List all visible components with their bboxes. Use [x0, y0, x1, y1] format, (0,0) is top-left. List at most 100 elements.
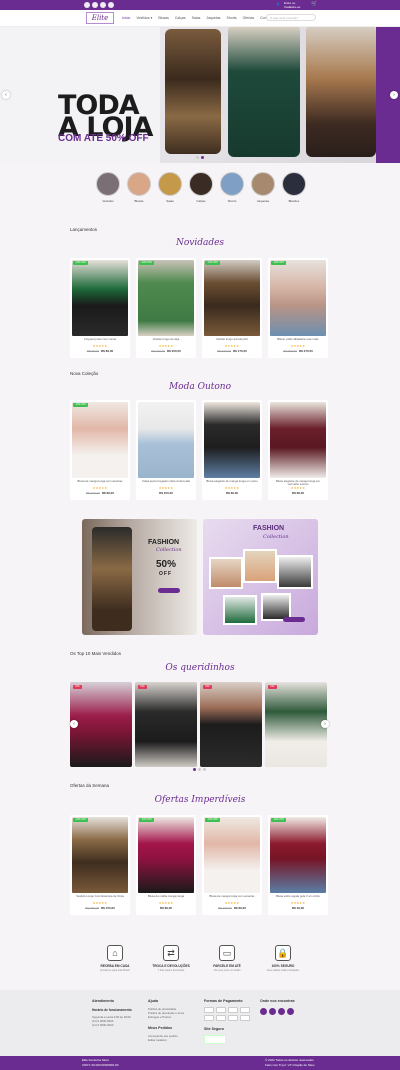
youtube-icon[interactable]	[100, 2, 106, 8]
nav-item[interactable]: Calças	[175, 16, 186, 20]
user-icon[interactable]: 👤	[276, 2, 280, 6]
promo-banner-sale[interactable]: FASHION Collection 50% OFF	[82, 519, 197, 635]
feature-returns: ⇄ TROCA E DEVOLUÇÕES 7 dias para a devoluç…	[148, 945, 194, 972]
bestseller-card[interactable]: OFF	[70, 682, 132, 767]
product-card[interactable]: Calça jeans boyjeans clara cintura alta …	[136, 400, 196, 500]
product-card[interactable]: -10% OFF Cropped preto com corset ★★★★★ …	[70, 258, 130, 358]
footer-heading: Atendimento	[92, 999, 114, 1003]
section-title-launches: Lançamentos	[70, 227, 98, 232]
amex-icon	[228, 1007, 238, 1013]
instagram-icon[interactable]	[269, 1008, 276, 1015]
product-name[interactable]: Cropped preto com corset	[72, 337, 128, 341]
category-item[interactable]: Shorts	[220, 172, 244, 203]
product-name[interactable]: Blusa de malha manga longa	[138, 894, 194, 898]
instagram-icon[interactable]	[92, 2, 98, 8]
whatsapp-icon[interactable]	[108, 2, 114, 8]
cart-icon[interactable]: 🛒	[311, 2, 317, 7]
banner-button[interactable]	[158, 588, 180, 593]
product-name[interactable]: Blusa elegante de manga longa em preto	[204, 479, 260, 483]
nav-item[interactable]: Blusas	[158, 16, 169, 20]
feature-shipping: ⌂ RECEBA EM CASA Enviamos para todo Brasil	[92, 945, 138, 972]
product-price: R$ 89,00	[291, 491, 305, 495]
feature-installments: ▭ PARCELE EM ATÉ 10x sem juros no cartão	[204, 945, 250, 972]
category-item[interactable]: Blusões	[282, 172, 306, 203]
category-item[interactable]: Vestidos	[96, 172, 120, 203]
whatsapp-icon[interactable]	[287, 1008, 294, 1015]
product-name[interactable]: Vestido Longo Com Estampa de Onça	[72, 894, 128, 898]
nav-item[interactable]: Shorts	[227, 16, 237, 20]
product-card[interactable]: -10% OFF Blazer estilo alfaiataria rosé …	[268, 258, 328, 358]
footer: Atendimento Horário de funcionamento Seg…	[0, 990, 400, 1056]
product-name[interactable]: Vestido longo animal print	[204, 337, 260, 341]
product-name[interactable]: Blusa de manga longa com amarras	[72, 479, 128, 483]
bestseller-prev-button[interactable]: ‹	[70, 720, 78, 728]
youtube-icon[interactable]	[278, 1008, 285, 1015]
nav-item[interactable]: Jaquetas	[206, 16, 220, 20]
category-list: Vestidos Blusas Saias Calças Shorts Jaqu…	[96, 172, 306, 203]
bestseller-pagination[interactable]	[193, 768, 206, 771]
hero-banner[interactable]: TODA A LOJA COM ATÉ 50% OFF ‹ ›	[0, 27, 400, 163]
footer-link[interactable]: Entregas e Prazos	[148, 1015, 171, 1019]
product-rating: ★★★★★	[158, 901, 174, 905]
product-rating: ★★★★★	[224, 344, 240, 348]
product-rating: ★★★★★	[224, 486, 240, 490]
banner-button[interactable]	[283, 617, 305, 622]
nav-item[interactable]: Início	[122, 16, 130, 20]
product-card[interactable]: Blusa elegante de manga longa em preto ★…	[202, 400, 262, 500]
credits-link[interactable]: Feito com ♥ por: VX Criação de Sites	[265, 1063, 314, 1067]
banner-discount: 50%	[156, 559, 177, 570]
category-item[interactable]: Saias	[158, 172, 182, 203]
nav-item[interactable]: Ofertas	[243, 16, 254, 20]
product-card[interactable]: -10% OFF Vestido Longo Com Estampa de On…	[70, 815, 130, 915]
product-name[interactable]: Calça jeans boyjeans clara cintura alta	[138, 479, 194, 483]
category-item[interactable]: Blusas	[127, 172, 151, 203]
register-link[interactable]: Cadastre-se	[284, 5, 300, 9]
nav-item[interactable]: Vestidos ▾	[136, 16, 152, 20]
discount-badge: -10% OFF	[205, 261, 221, 265]
footer-phone[interactable]: (11) 9 0000-0000	[92, 1023, 113, 1027]
category-item[interactable]: Calças	[189, 172, 213, 203]
main-nav: Início Vestidos ▾ Blusas Calças Saias Ja…	[122, 16, 272, 20]
search-input[interactable]: O que você procura?	[266, 14, 316, 21]
visa-icon	[204, 1007, 214, 1013]
product-name[interactable]: Blusa de manga longa com amarras	[204, 894, 260, 898]
product-rating: ★★★★★	[92, 344, 108, 348]
logo[interactable]: Elite	[86, 12, 114, 24]
discount-badge: -10% OFF	[271, 818, 287, 822]
product-price: R$ 49,00	[291, 906, 305, 910]
footer-subheading: Horário de funcionamento	[92, 1008, 132, 1012]
footer-heading: Onde nos encontrar:	[260, 999, 296, 1003]
product-card[interactable]: -10% OFF Vestido longo de alça ★★★★★ R$ …	[136, 258, 196, 358]
pix-icon	[240, 1015, 250, 1021]
product-card[interactable]: -10% OFF Vestido longo animal print ★★★★…	[202, 258, 262, 358]
footer-link[interactable]: Editar cadastro	[148, 1038, 167, 1042]
bestseller-next-button[interactable]: ›	[321, 720, 329, 728]
diners-icon	[216, 1015, 226, 1021]
discount-badge: -10% OFF	[73, 403, 89, 407]
hero-prev-button[interactable]: ‹	[2, 91, 10, 99]
product-card[interactable]: -10% OFF Blusa de manga longa com amarra…	[70, 400, 130, 500]
product-card[interactable]: Blusa elegante de manga longa em vermelh…	[268, 400, 328, 500]
footer-heading: Ajuda	[148, 999, 158, 1003]
bestseller-card[interactable]: OFF	[265, 682, 327, 767]
section-script-top10: Os queridinhos	[165, 663, 235, 673]
hero-next-button[interactable]: ›	[390, 91, 398, 99]
product-name[interactable]: Vestido longo de alça	[138, 337, 194, 341]
product-name[interactable]: Blusa estilo regata gola V em vinho	[270, 894, 326, 898]
hero-pagination[interactable]	[196, 156, 204, 159]
nav-item[interactable]: Saias	[192, 16, 201, 20]
product-card[interactable]: -10% OFF Blusa de malha manga longa ★★★★…	[136, 815, 196, 915]
facebook-icon[interactable]	[260, 1008, 267, 1015]
bestseller-card[interactable]: OFF	[135, 682, 197, 767]
product-rating: ★★★★★	[290, 344, 306, 348]
category-item[interactable]: Jaquetas	[251, 172, 275, 203]
bestseller-card[interactable]: OFF	[200, 682, 262, 767]
promo-banner-collection[interactable]: FASHION Collection	[203, 519, 318, 635]
elo-icon	[240, 1007, 250, 1013]
hipercard-icon	[204, 1015, 214, 1021]
facebook-icon[interactable]	[84, 2, 90, 8]
product-name[interactable]: Blazer estilo alfaiataria rosé nude	[270, 337, 326, 341]
product-price: R$ 109,00 R$ 89,00	[217, 906, 247, 910]
product-card[interactable]: -10% OFF Blusa estilo regata gola V em v…	[268, 815, 328, 915]
product-card[interactable]: -10% OFF Blusa de manga longa com amarra…	[202, 815, 262, 915]
